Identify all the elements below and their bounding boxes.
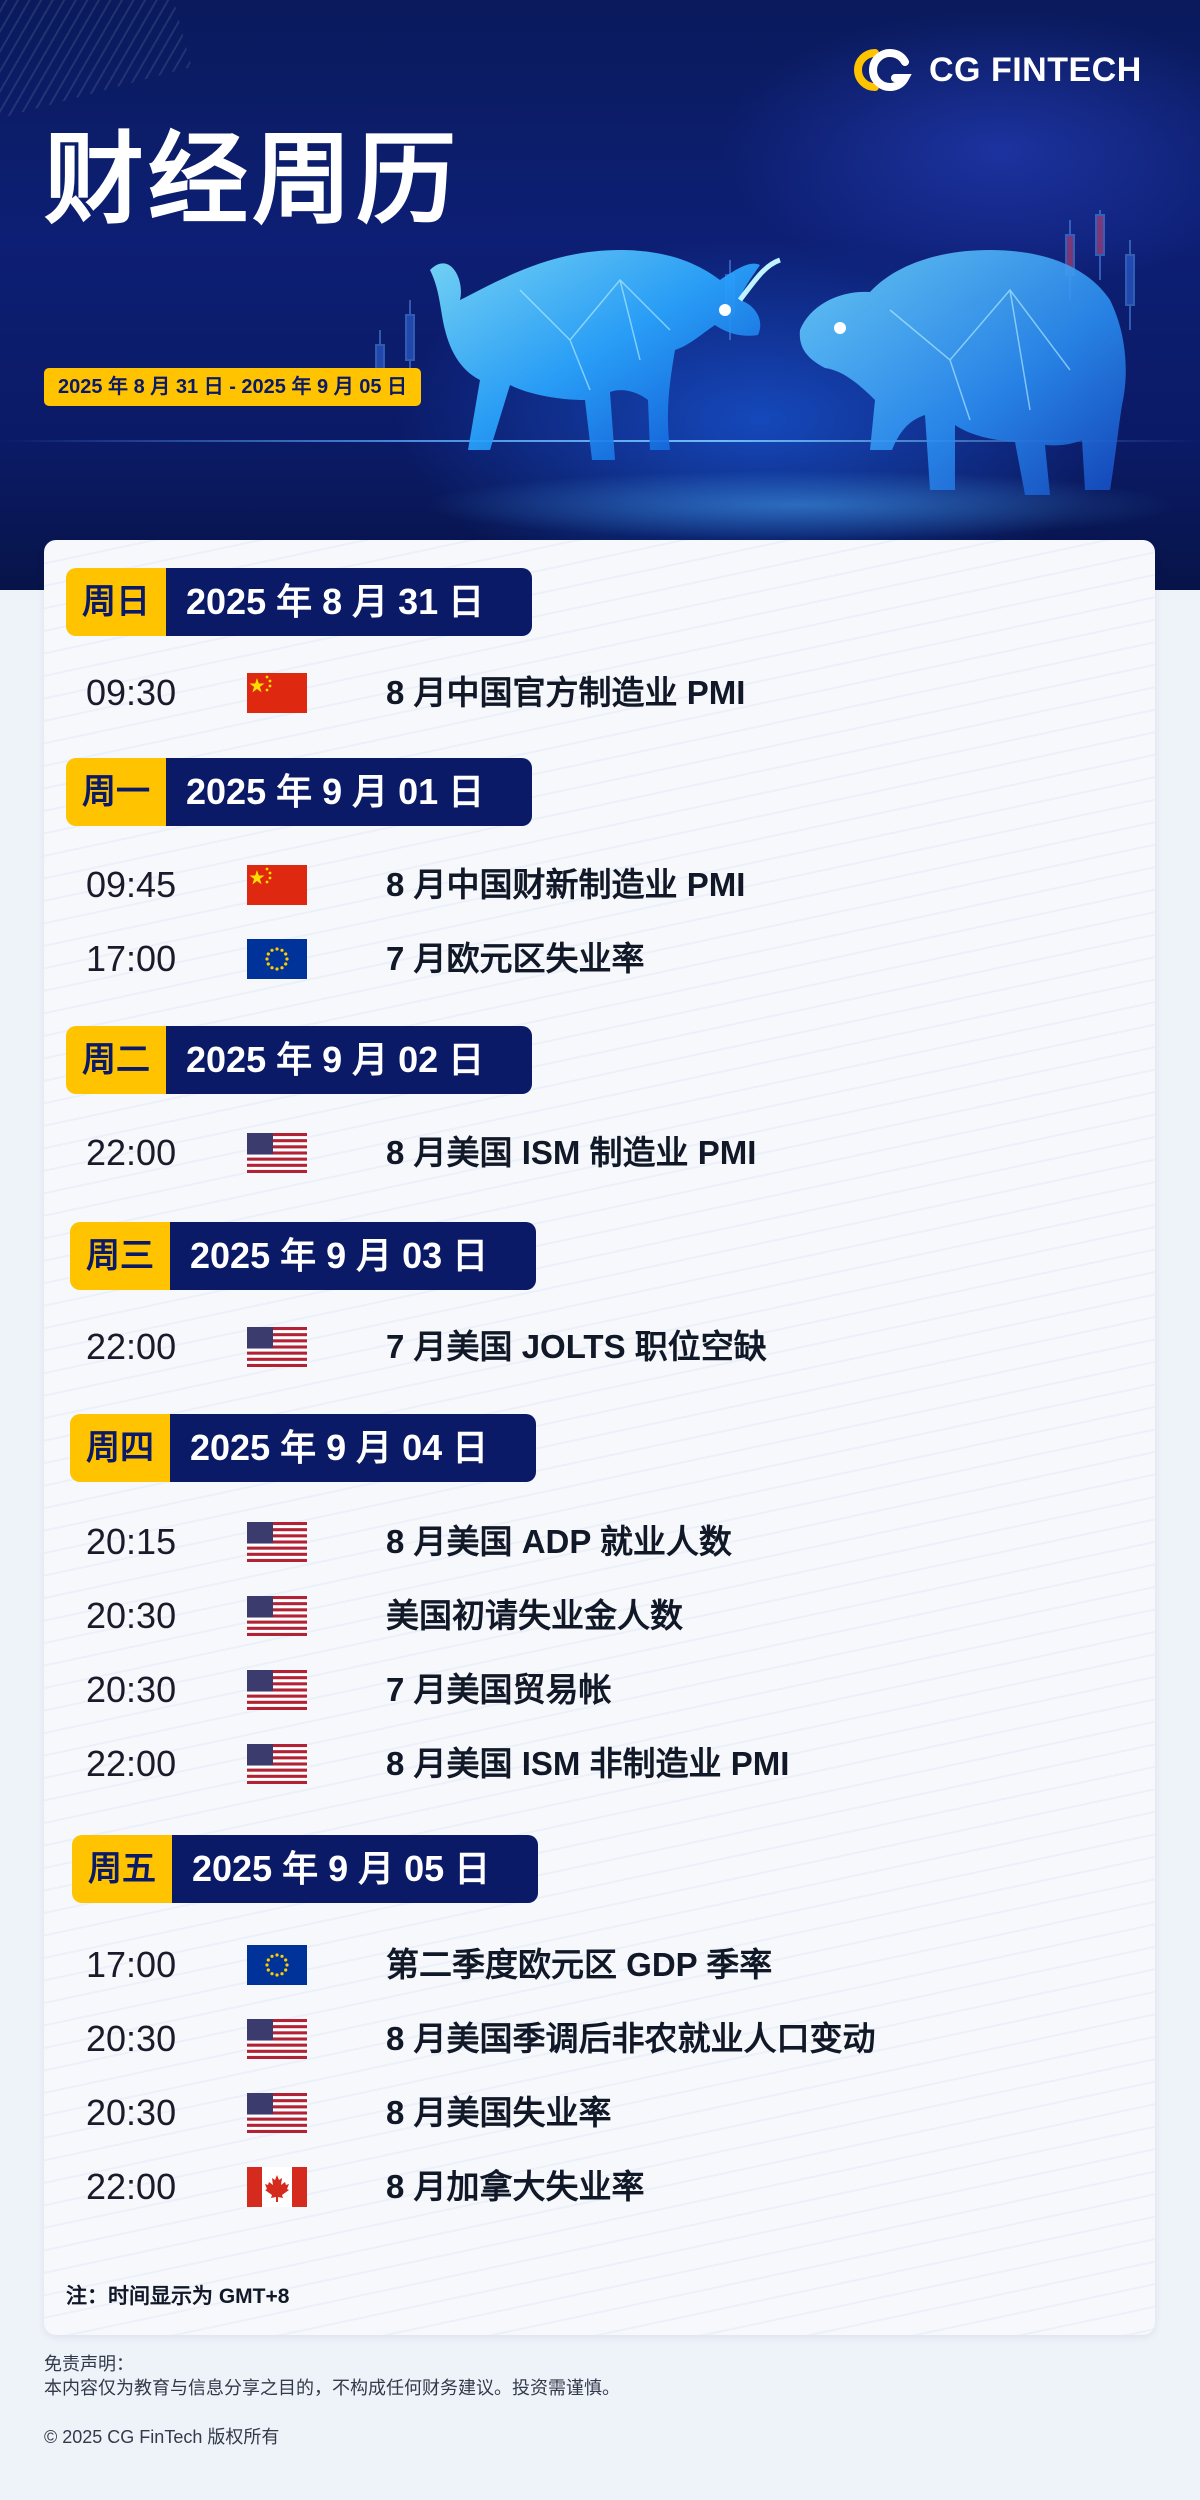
canada-flag-icon — [247, 2167, 307, 2207]
event-time: 17:00 — [86, 1944, 177, 1985]
event-row: 20:30 8 月美国季调后非农就业人口变动 — [44, 2014, 1144, 2064]
decor-stripes — [0, 0, 192, 130]
day-date: 2025 年 9 月 04 日 — [170, 1414, 536, 1482]
event-time: 20:30 — [86, 1669, 177, 1710]
usa-flag-icon — [247, 1133, 307, 1173]
event-time: 20:15 — [86, 1521, 177, 1562]
cg-logo-icon — [854, 49, 912, 91]
event-time: 20:30 — [86, 2018, 177, 2059]
eu-flag-icon — [247, 1945, 307, 1985]
day-date: 2025 年 9 月 02 日 — [166, 1026, 532, 1094]
eu-flag-icon — [247, 939, 307, 979]
day-header-wednesday: 周三 2025 年 9 月 03 日 — [70, 1222, 536, 1290]
event-title: 8 月美国 ISM 制造业 PMI — [386, 1134, 757, 1171]
weekday-tag: 周四 — [70, 1414, 170, 1482]
event-row: 22:00 8 月加拿大失业率 — [44, 2162, 1144, 2212]
event-title: 7 月美国贸易帐 — [386, 1671, 612, 1708]
event-title: 7 月美国 JOLTS 职位空缺 — [386, 1328, 767, 1365]
event-title: 8 月中国官方制造业 PMI — [386, 674, 746, 711]
event-row: 09:45 8 月中国财新制造业 PMI — [44, 860, 1144, 910]
event-time: 17:00 — [86, 938, 177, 979]
event-title: 8 月美国 ADP 就业人数 — [386, 1523, 732, 1560]
day-date: 2025 年 9 月 03 日 — [170, 1222, 536, 1290]
bull-figure — [430, 250, 781, 460]
hero-banner: CG FINTECH 财经周历 2025 年 8 月 31 日 - 2025 年… — [0, 0, 1200, 590]
event-row: 20:30 美国初请失业金人数 — [44, 1591, 1144, 1641]
page-title: 财经周历 — [44, 124, 460, 236]
usa-flag-icon — [247, 1327, 307, 1367]
day-header-thursday: 周四 2025 年 9 月 04 日 — [70, 1414, 536, 1482]
usa-flag-icon — [247, 1670, 307, 1710]
day-header-friday: 周五 2025 年 9 月 05 日 — [72, 1835, 538, 1903]
event-time: 22:00 — [86, 1743, 177, 1784]
weekday-tag: 周一 — [66, 758, 166, 826]
event-time: 20:30 — [86, 1595, 177, 1636]
event-time: 09:45 — [86, 864, 177, 905]
event-row: 20:30 7 月美国贸易帐 — [44, 1665, 1144, 1715]
event-row: 22:00 8 月美国 ISM 非制造业 PMI — [44, 1739, 1144, 1789]
bear-figure — [799, 250, 1126, 495]
event-row: 17:00 第二季度欧元区 GDP 季率 — [44, 1940, 1144, 1990]
event-title: 8 月美国 ISM 非制造业 PMI — [386, 1745, 790, 1782]
event-time: 22:00 — [86, 1326, 177, 1367]
event-title: 8 月加拿大失业率 — [386, 2168, 645, 2205]
weekday-tag: 周五 — [72, 1835, 172, 1903]
event-title: 美国初请失业金人数 — [386, 1597, 683, 1634]
disclaimer: 免责声明： 本内容仅为教育与信息分享之目的，不构成任何财务建议。投资需谨慎。 — [44, 2352, 620, 2400]
timezone-note: 注：时间显示为 GMT+8 — [66, 2285, 290, 2308]
usa-flag-icon — [247, 1596, 307, 1636]
event-row: 22:00 8 月美国 ISM 制造业 PMI — [44, 1128, 1144, 1178]
day-header-tuesday: 周二 2025 年 9 月 02 日 — [66, 1026, 532, 1094]
china-flag-icon — [247, 673, 307, 713]
china-flag-icon — [247, 865, 307, 905]
event-time: 22:00 — [86, 1132, 177, 1173]
event-time: 09:30 — [86, 672, 177, 713]
event-title: 7 月欧元区失业率 — [386, 940, 645, 977]
disclaimer-text: 本内容仅为教育与信息分享之目的，不构成任何财务建议。投资需谨慎。 — [44, 2378, 620, 2398]
usa-flag-icon — [247, 1744, 307, 1784]
bull-and-bear-illustration — [375, 210, 1135, 495]
event-time: 20:30 — [86, 2092, 177, 2133]
event-time: 22:00 — [86, 2166, 177, 2207]
weekday-tag: 周三 — [70, 1222, 170, 1290]
usa-flag-icon — [247, 2093, 307, 2133]
event-row: 20:30 8 月美国失业率 — [44, 2088, 1144, 2138]
event-row: 09:30 8 月中国官方制造业 PMI — [44, 668, 1144, 718]
event-row: 22:00 7 月美国 JOLTS 职位空缺 — [44, 1322, 1144, 1372]
weekday-tag: 周日 — [66, 568, 166, 636]
event-row: 17:00 7 月欧元区失业率 — [44, 934, 1144, 984]
day-date: 2025 年 9 月 01 日 — [166, 758, 532, 826]
weekday-tag: 周二 — [66, 1026, 166, 1094]
event-title: 8 月美国失业率 — [386, 2094, 612, 2131]
brand-name: CG FINTECH — [929, 50, 1142, 89]
day-date: 2025 年 9 月 05 日 — [172, 1835, 538, 1903]
day-date: 2025 年 8 月 31 日 — [166, 568, 532, 636]
usa-flag-icon — [247, 1522, 307, 1562]
event-row: 20:15 8 月美国 ADP 就业人数 — [44, 1517, 1144, 1567]
brand-logo: CG FINTECH — [845, 45, 1142, 95]
event-title: 8 月中国财新制造业 PMI — [386, 866, 746, 903]
copyright-text: © 2025 CG FinTech 版权所有 — [44, 2427, 280, 2447]
event-title: 第二季度欧元区 GDP 季率 — [386, 1946, 773, 1983]
usa-flag-icon — [247, 2019, 307, 2059]
disclaimer-title: 免责声明： — [44, 2354, 134, 2374]
day-header-sunday: 周日 2025 年 8 月 31 日 — [66, 568, 532, 636]
calendar-card: 周日 2025 年 8 月 31 日 09:30 8 月中国官方制造业 PMI … — [44, 540, 1155, 2335]
event-title: 8 月美国季调后非农就业人口变动 — [386, 2020, 876, 2057]
day-header-monday: 周一 2025 年 9 月 01 日 — [66, 758, 532, 826]
date-range-badge: 2025 年 8 月 31 日 - 2025 年 9 月 05 日 — [44, 368, 422, 406]
